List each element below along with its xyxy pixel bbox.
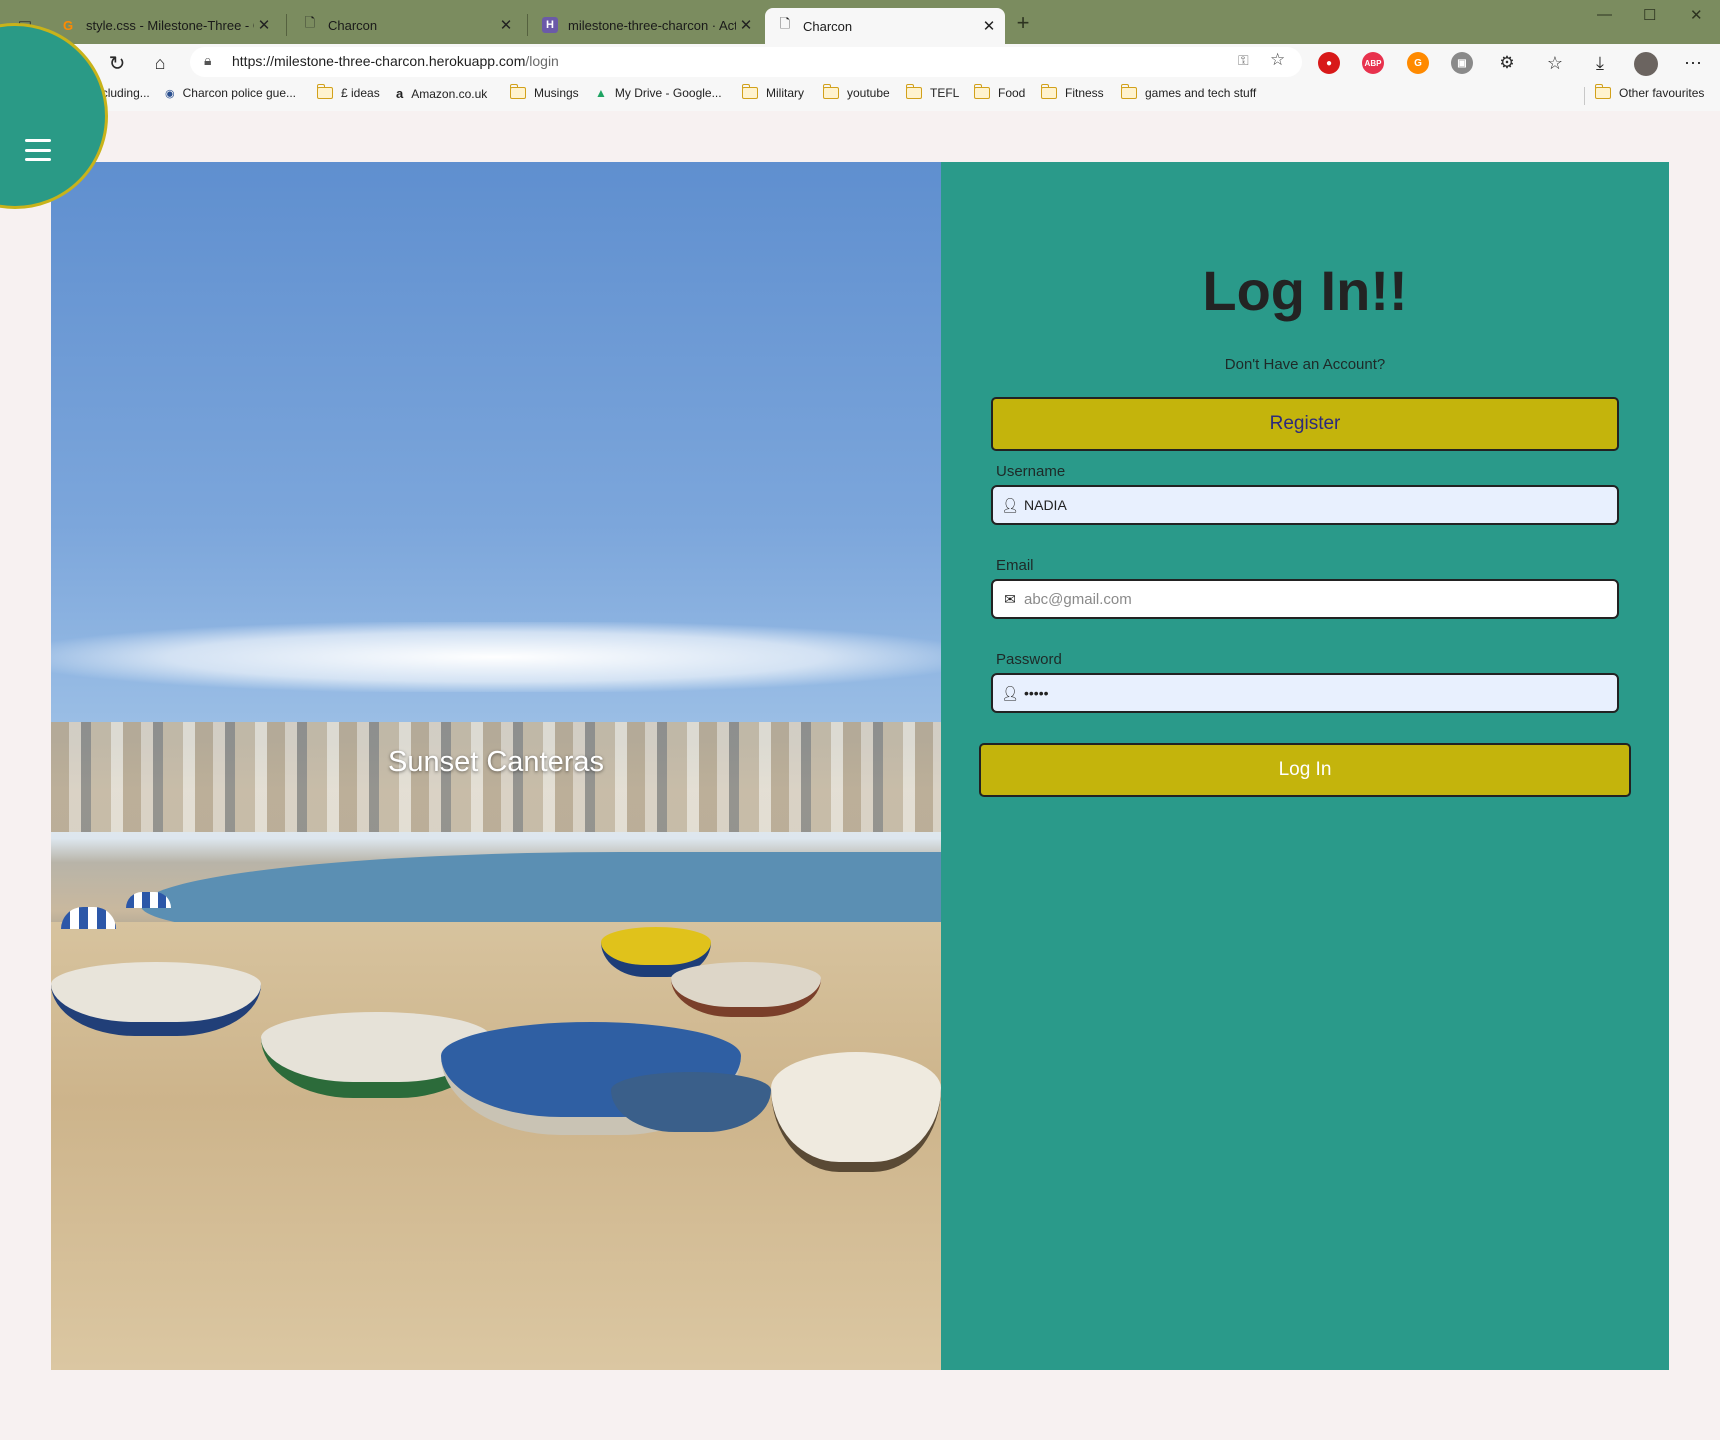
close-icon[interactable]: ✕ <box>254 16 274 34</box>
register-button[interactable]: Register <box>991 397 1619 451</box>
tab-charcon-active[interactable]: 🗋 Charcon ✕ <box>765 8 1005 44</box>
folder-icon <box>822 84 839 99</box>
hamburger-icon <box>25 139 51 161</box>
downloads-icon[interactable]: ⤓ <box>1587 50 1613 76</box>
bookmarks-bar: Learning, including... ◉Charcon police g… <box>0 80 1720 112</box>
browser-chrome: ▭ G style.css - Milestone-Three - Gitpod… <box>0 0 1720 112</box>
close-window-icon[interactable]: ✕ <box>1690 6 1703 24</box>
tab-label: style.css - Milestone-Three - Gitpod <box>86 17 254 33</box>
bookmarks-divider <box>1584 87 1585 105</box>
no-account-text: Don't Have an Account? <box>1224 356 1386 373</box>
address-toolbar: ← → ↻ ⌂ 🔒︎ https://milestone-three-charc… <box>0 44 1720 80</box>
key-icon[interactable]: ⚿ <box>1238 52 1249 69</box>
extensions-icon[interactable]: ⚙ <box>1494 50 1520 76</box>
folder-icon <box>316 84 333 99</box>
lock-icon: 🔒︎ <box>204 52 212 68</box>
bookmark-item[interactable]: games and tech stuff <box>1120 84 1256 100</box>
bookmark-item[interactable]: youtube <box>822 84 890 100</box>
eye-icon: ◉ <box>165 87 175 100</box>
bookmark-item[interactable]: Fitness <box>1040 84 1104 100</box>
folder-icon <box>509 84 526 99</box>
tab-separator <box>286 14 287 36</box>
login-title: Log In!! <box>1202 259 1408 322</box>
folder-icon <box>973 84 990 99</box>
adblock-icon[interactable]: ● <box>1318 52 1340 74</box>
address-bar[interactable]: 🔒︎ https://milestone-three-charcon.herok… <box>190 47 1302 77</box>
heroku-icon: H <box>542 17 558 33</box>
hero-title: Sunset Canteras <box>387 746 604 778</box>
bookmark-item[interactable]: a Amazon.co.uk <box>396 86 487 101</box>
bookmark-item[interactable]: Food <box>973 84 1025 100</box>
close-icon[interactable]: ✕ <box>736 16 756 34</box>
email-field[interactable]: ✉ <box>991 579 1619 619</box>
google-drive-icon: ▲ <box>595 86 607 100</box>
bookmark-item[interactable]: Musings <box>509 84 579 100</box>
gitpod-extension-icon[interactable]: G <box>1407 52 1429 74</box>
beach-umbrella <box>61 907 116 929</box>
new-tab-button[interactable]: + <box>1010 10 1036 36</box>
favourite-star-icon[interactable]: ☆ <box>1270 50 1285 70</box>
more-icon[interactable]: ⋯ <box>1680 50 1706 76</box>
bookmark-item[interactable]: £ ideas <box>316 84 380 100</box>
gitpod-icon: G <box>62 17 74 33</box>
email-input[interactable] <box>1024 590 1584 608</box>
bookmark-item[interactable]: ◉ Charcon police gue... <box>165 86 296 100</box>
tab-strip: ▭ G style.css - Milestone-Three - Gitpod… <box>0 0 1720 44</box>
password-value: ••••• <box>1024 685 1049 701</box>
password-label: Password <box>996 651 1062 668</box>
amazon-icon: a <box>396 86 404 101</box>
tab-separator <box>527 14 528 36</box>
email-label: Email <box>996 557 1034 574</box>
page-icon: 🗋 <box>779 16 791 31</box>
abp-icon[interactable]: ABP <box>1362 52 1384 74</box>
tab-heroku[interactable]: H milestone-three-charcon · Activity ✕ <box>530 8 762 42</box>
page-content: Sunset Canteras Log In!! Don't Have an A… <box>0 23 1720 1440</box>
minimize-icon[interactable]: — <box>1597 6 1612 23</box>
username-field[interactable]: 👤︎ NADIA <box>991 485 1619 525</box>
login-button[interactable]: Log In <box>979 743 1631 797</box>
tab-label: Charcon <box>803 18 853 34</box>
tab-charcon-1[interactable]: 🗋 Charcon ✕ <box>290 8 522 42</box>
folder-icon <box>1040 84 1057 99</box>
favourites-icon[interactable]: ☆ <box>1542 50 1568 76</box>
folder-icon <box>1594 84 1611 99</box>
login-panel: Log In!! Don't Have an Account? Register… <box>941 162 1669 1370</box>
maximize-icon[interactable]: ☐ <box>1643 6 1656 24</box>
bookmark-item[interactable]: ▲ My Drive - Google... <box>595 86 722 100</box>
folder-icon <box>905 84 922 99</box>
tab-label: milestone-three-charcon · Activity <box>568 17 736 33</box>
url-text: https://milestone-three-charcon.herokuap… <box>232 53 559 69</box>
user-lock-icon: 👤︎ <box>1001 684 1019 701</box>
other-favourites[interactable]: Other favourites <box>1594 84 1704 100</box>
bookmark-item[interactable]: TEFL <box>905 84 959 100</box>
hero-image: Sunset Canteras <box>51 162 941 1370</box>
reload-icon[interactable]: ↻ <box>104 50 130 76</box>
bookmark-item[interactable]: Military <box>741 84 804 100</box>
collections-icon[interactable]: ▣ <box>1451 52 1473 74</box>
folder-icon <box>741 84 758 99</box>
home-icon[interactable]: ⌂ <box>147 50 173 76</box>
envelope-icon: ✉ <box>1004 590 1016 607</box>
username-label: Username <box>996 463 1066 480</box>
username-value: NADIA <box>1024 497 1067 513</box>
close-icon[interactable]: ✕ <box>496 16 516 34</box>
user-plus-icon: 👤︎ <box>1001 496 1019 513</box>
password-field[interactable]: 👤︎ ••••• <box>991 673 1619 713</box>
close-icon[interactable]: ✕ <box>979 17 999 35</box>
beach-umbrella <box>126 892 171 908</box>
tab-label: Charcon <box>328 17 378 33</box>
folder-icon <box>1120 84 1137 99</box>
page-icon: 🗋 <box>304 15 316 30</box>
cloud-band <box>51 622 941 692</box>
avatar[interactable] <box>1634 52 1658 76</box>
tab-gitpod[interactable]: G style.css - Milestone-Three - Gitpod ✕ <box>48 8 280 42</box>
